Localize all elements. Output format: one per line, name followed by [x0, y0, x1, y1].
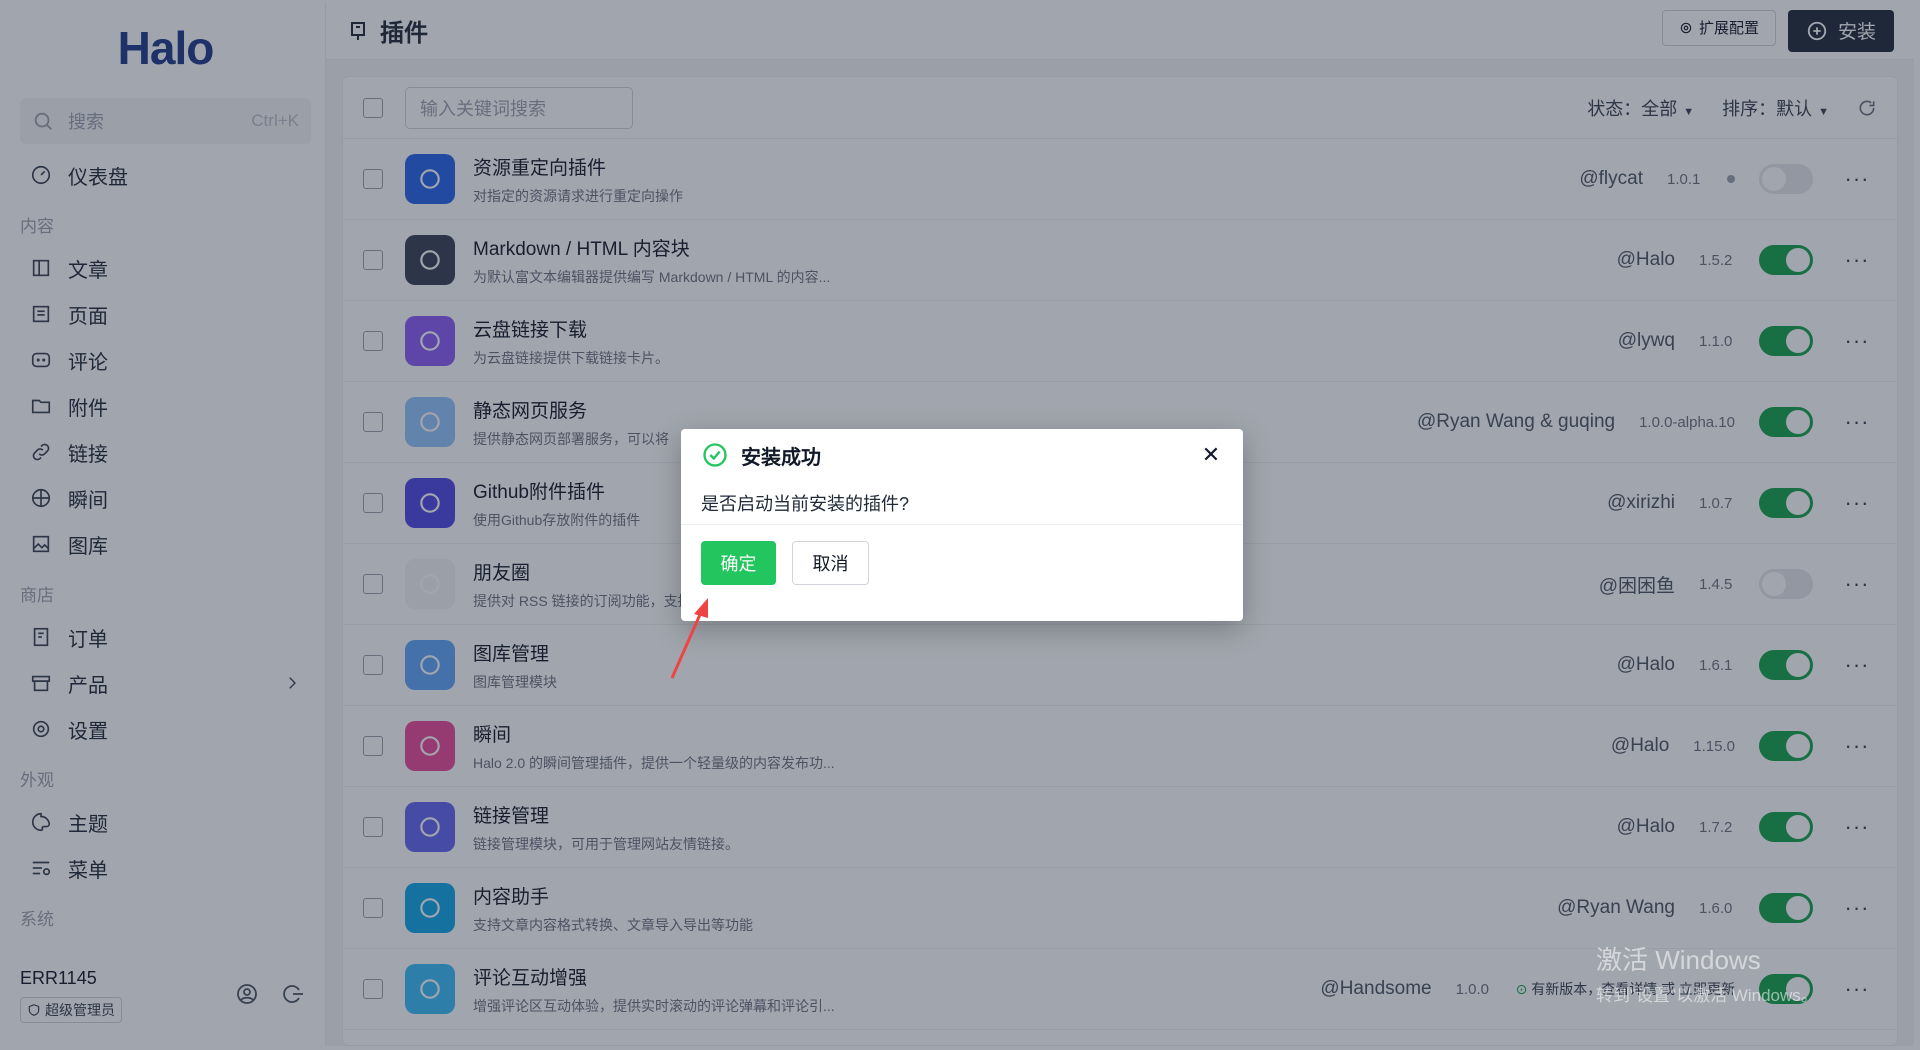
dialog-message: 是否启动当前安装的插件? [681, 481, 1243, 525]
dialog-footer: 确定 取消 [681, 525, 1243, 601]
check-circle-icon [703, 443, 727, 467]
dialog-header: 安装成功 ✕ [681, 429, 1243, 481]
watermark-line-2: 转到"设置"以激活 Windows。 [1596, 986, 1818, 1005]
confirm-button[interactable]: 确定 [701, 541, 776, 585]
install-success-dialog: 安装成功 ✕ 是否启动当前安装的插件? 确定 取消 [681, 429, 1243, 621]
close-icon[interactable]: ✕ [1199, 442, 1223, 468]
annotation-arrow [670, 598, 708, 679]
watermark-line-1: 激活 Windows [1596, 945, 1761, 975]
cancel-button[interactable]: 取消 [792, 541, 869, 585]
dialog-title: 安装成功 [741, 446, 821, 469]
windows-activation-watermark: 激活 Windows 转到"设置"以激活 Windows。 [1596, 940, 1818, 1006]
